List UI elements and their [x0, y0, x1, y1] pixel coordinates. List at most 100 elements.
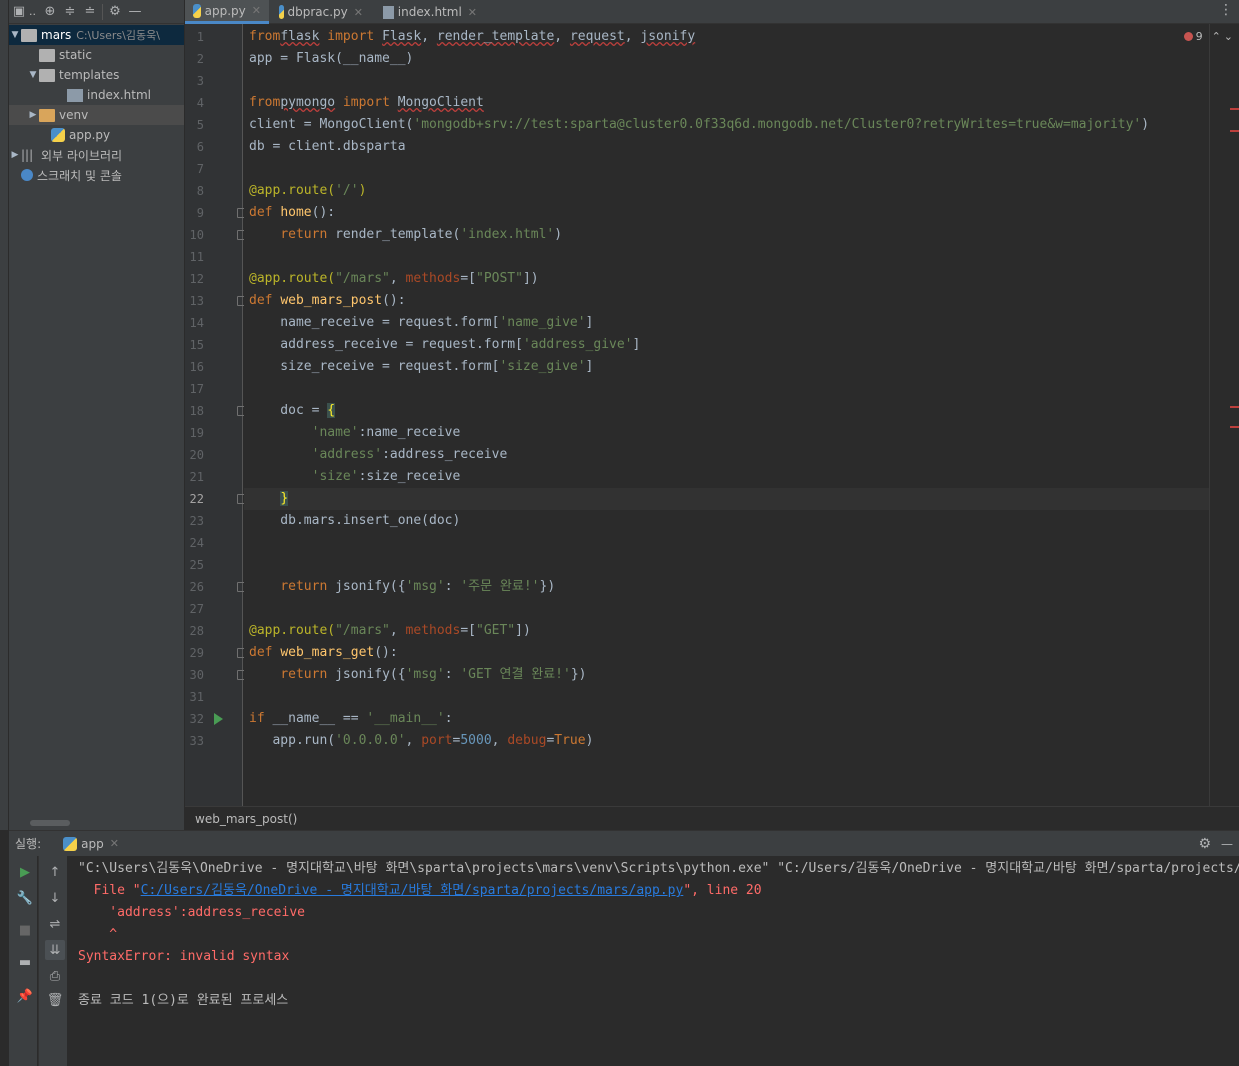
pin-icon[interactable]: 📌: [15, 986, 35, 1006]
line-number[interactable]: 3: [185, 70, 204, 92]
code-token: 'msg': [405, 667, 445, 682]
tab-app-py[interactable]: app.py ✕: [185, 0, 269, 24]
code-token: "/mars": [335, 271, 390, 286]
close-icon[interactable]: ✕: [468, 6, 477, 19]
line-number[interactable]: 4: [185, 92, 204, 114]
expand-all-icon[interactable]: ≑: [60, 2, 80, 22]
code-token: render_template: [436, 29, 555, 44]
tree-item-static[interactable]: static: [9, 45, 184, 65]
tree-item-app-py[interactable]: app.py: [9, 125, 184, 145]
line-number[interactable]: 7: [185, 158, 204, 180]
chevron-down-icon[interactable]: ▼: [9, 30, 21, 40]
line-number[interactable]: 31: [185, 686, 204, 708]
code-editor[interactable]: fromflask import Flask, render_template,…: [244, 24, 1209, 806]
stop-icon[interactable]: ■: [15, 920, 35, 940]
error-marker[interactable]: [1230, 406, 1239, 408]
code-token: def: [249, 205, 281, 220]
line-number[interactable]: 9: [185, 202, 204, 224]
error-marker[interactable]: [1230, 108, 1239, 110]
code-line: fromflask import Flask, render_template,…: [249, 26, 695, 48]
tree-item-mars[interactable]: ▼ mars C:\Users\김동욱\: [9, 25, 184, 45]
line-number[interactable]: 33: [185, 730, 204, 752]
tab-index-html[interactable]: index.html ✕: [375, 0, 485, 24]
line-number[interactable]: 12: [185, 268, 204, 290]
line-number[interactable]: 2: [185, 48, 204, 70]
line-number[interactable]: 30: [185, 664, 204, 686]
more-options-icon[interactable]: ⋮: [1219, 2, 1233, 18]
error-marker[interactable]: [1230, 130, 1239, 132]
code-token: 'address': [311, 447, 383, 462]
error-count-badge[interactable]: 9 ⌃ ⌄: [1183, 30, 1233, 43]
run-gutter-icon[interactable]: [214, 713, 223, 725]
trash-icon[interactable]: 🗑: [45, 990, 65, 1010]
hide-icon[interactable]: —: [125, 2, 145, 22]
file-link[interactable]: C:/Users/김동욱/OneDrive - 명지대학교/바탕 화면/spar…: [141, 883, 684, 898]
code-token: }: [280, 491, 289, 506]
error-marker[interactable]: [1230, 426, 1239, 428]
layout-icon[interactable]: ▬: [15, 952, 35, 972]
line-number[interactable]: 32: [185, 708, 204, 730]
close-icon[interactable]: ✕: [110, 837, 119, 850]
line-number[interactable]: 11: [185, 246, 204, 268]
line-number[interactable]: 19: [185, 422, 204, 444]
chevron-right-icon[interactable]: ▶: [27, 110, 39, 120]
tree-item-templates[interactable]: ▼ templates: [9, 65, 184, 85]
breadcrumb-item[interactable]: web_mars_post(): [195, 812, 297, 826]
editor-gutter: 1 2 3 4 5 6 7 8 9 10 11 12 13 14 15 16 17 18 19 20 21 22 23 24 2…: [185, 24, 246, 806]
print-icon[interactable]: ⎙: [45, 966, 65, 986]
line-number[interactable]: 13: [185, 290, 204, 312]
close-icon[interactable]: ✕: [354, 6, 363, 19]
locate-icon[interactable]: ⊕: [40, 2, 60, 22]
line-number[interactable]: 29: [185, 642, 204, 664]
arrow-down-icon[interactable]: ↓: [45, 888, 65, 908]
line-number[interactable]: 1: [185, 26, 204, 48]
gear-icon[interactable]: ⚙: [105, 2, 125, 22]
tree-item-label: mars: [41, 28, 72, 42]
tree-item-venv[interactable]: ▶ venv: [9, 105, 184, 125]
project-view-icon[interactable]: ▣: [9, 2, 29, 22]
line-number[interactable]: 25: [185, 554, 204, 576]
chevron-up-icon[interactable]: ⌃: [1212, 30, 1221, 43]
scroll-to-end-icon[interactable]: ⇊: [45, 940, 65, 960]
line-number[interactable]: 23: [185, 510, 204, 532]
chevron-right-icon[interactable]: ▶: [9, 150, 21, 160]
tree-item-index-html[interactable]: index.html: [9, 85, 184, 105]
tab-label: index.html: [397, 5, 462, 19]
tree-scrollbar[interactable]: [30, 820, 70, 826]
line-number[interactable]: 15: [185, 334, 204, 356]
line-number[interactable]: 27: [185, 598, 204, 620]
line-number[interactable]: 6: [185, 136, 204, 158]
chevron-down-icon[interactable]: ▼: [27, 70, 39, 80]
soft-wrap-icon[interactable]: ⇌: [45, 914, 65, 934]
line-number[interactable]: 20: [185, 444, 204, 466]
line-number[interactable]: 16: [185, 356, 204, 378]
line-number[interactable]: 18: [185, 400, 204, 422]
chevron-down-icon[interactable]: ⌄: [1224, 30, 1233, 43]
folder-icon: [39, 48, 55, 62]
code-token: 'GET 연결 완료!': [460, 667, 571, 682]
arrow-up-icon[interactable]: ↑: [45, 862, 65, 882]
line-number[interactable]: 8: [185, 180, 204, 202]
tab-dbprac-py[interactable]: dbprac.py ✕: [271, 0, 371, 24]
left-tool-strip: [0, 0, 9, 830]
line-number[interactable]: 26: [185, 576, 204, 598]
tree-item-external-libraries[interactable]: ▶ ||| 외부 라이브러리: [9, 145, 184, 165]
run-tab-app[interactable]: app ✕: [59, 831, 123, 857]
collapse-all-icon[interactable]: ≐: [80, 2, 100, 22]
rerun-icon[interactable]: ▶: [15, 862, 35, 882]
run-console[interactable]: "C:\Users\김동욱\OneDrive - 명지대학교\바탕 화면\spa…: [67, 856, 1239, 1066]
html-file-icon: [67, 88, 83, 102]
line-number[interactable]: 21: [185, 466, 204, 488]
line-number[interactable]: 22: [185, 488, 204, 510]
gear-icon[interactable]: ⚙: [1198, 836, 1211, 852]
line-number[interactable]: 5: [185, 114, 204, 136]
line-number[interactable]: 28: [185, 620, 204, 642]
line-number[interactable]: 24: [185, 532, 204, 554]
hide-icon[interactable]: —: [1221, 837, 1233, 851]
close-icon[interactable]: ✕: [252, 4, 261, 17]
tree-item-scratches[interactable]: 스크래치 및 콘솔: [9, 165, 184, 185]
wrench-icon[interactable]: 🔧: [15, 888, 35, 908]
line-number[interactable]: 17: [185, 378, 204, 400]
line-number[interactable]: 14: [185, 312, 204, 334]
line-number[interactable]: 10: [185, 224, 204, 246]
